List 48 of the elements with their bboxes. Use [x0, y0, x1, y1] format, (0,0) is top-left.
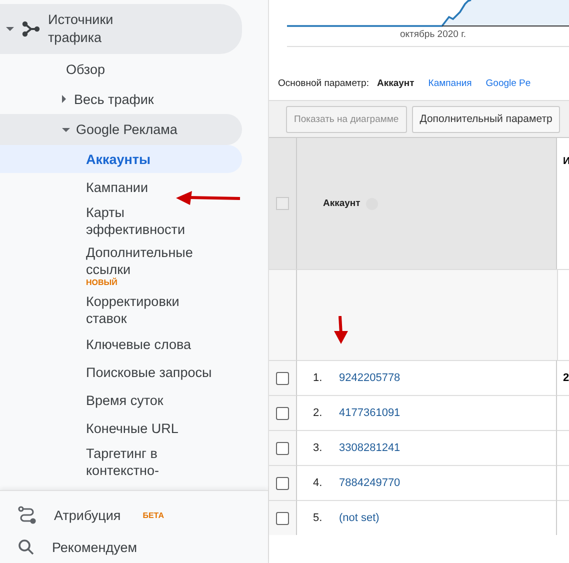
cell-value: 2	[562, 372, 569, 384]
row-index: 2.	[313, 407, 324, 419]
row-index: 1.	[313, 372, 324, 384]
nav-item[interactable]: Весь трафик	[74, 92, 154, 106]
nav-subitem[interactable]: Таргетинг в контекстно-	[0, 442, 242, 482]
nav-subitem[interactable]: Кампании	[0, 173, 242, 201]
account-link[interactable]: 4177361091	[339, 407, 400, 419]
nav-item[interactable]: Обзор	[66, 62, 105, 76]
dimension-option[interactable]: Google Pe	[486, 78, 531, 89]
row-checkbox[interactable]	[276, 512, 289, 524]
new-label: НОВЫЙ	[86, 278, 118, 287]
nav-subitem[interactable]: Поисковые запросы	[0, 358, 242, 386]
row-checkbox[interactable]	[276, 372, 289, 384]
nav-subitem[interactable]: Дополнительные ссылки НОВЫЙ	[0, 241, 242, 290]
account-link[interactable]: 7884249770	[339, 477, 400, 489]
nav-subitem[interactable]: Аккаунты	[0, 145, 242, 173]
dimension-button[interactable]: Дополнительный параметр	[412, 106, 560, 132]
route-icon	[18, 506, 36, 524]
beta-label: БЕТА	[142, 510, 164, 520]
dimension-option[interactable]: Аккаунт	[376, 78, 414, 89]
account-link[interactable]: (not set)	[339, 512, 380, 524]
row-index: 5.	[313, 512, 324, 524]
nav-subitem[interactable]: Время суток	[0, 386, 242, 414]
dimension-option[interactable]: Кампания	[428, 78, 472, 89]
nav-subitem[interactable]: Карты эффективности	[0, 201, 242, 241]
nav-subitem[interactable]: Конечные URL	[0, 414, 242, 442]
row-checkbox[interactable]	[276, 406, 289, 420]
axis-label: октябрь 2020 г.	[398, 29, 466, 40]
nav-subitem[interactable]: Ключевые слова	[0, 330, 242, 358]
row-index: 4.	[313, 477, 324, 489]
account-link[interactable]: 3308281241	[339, 442, 400, 454]
nav-subitem[interactable]: Корректировки ставок	[0, 290, 242, 330]
branch-icon	[22, 21, 40, 37]
dimension-label: Основной параметр:	[278, 78, 369, 89]
column-title[interactable]: Аккаунт	[323, 198, 360, 209]
caret-down-icon[interactable]	[62, 126, 70, 134]
annotation-arrow	[176, 190, 242, 206]
search-icon	[18, 539, 34, 555]
nav-item[interactable]: Рекомендуем	[52, 540, 137, 554]
annotation-arrow	[334, 316, 348, 345]
header-checkbox[interactable]	[276, 197, 289, 210]
account-link[interactable]: 9242205778	[339, 372, 400, 384]
nav-item[interactable]: Атрибуция	[54, 508, 121, 522]
row-checkbox[interactable]	[276, 476, 289, 490]
caret-down-icon[interactable]	[6, 25, 14, 33]
row-checkbox[interactable]	[276, 442, 289, 454]
row-index: 3.	[313, 442, 324, 454]
caret-right-icon[interactable]	[60, 95, 68, 103]
